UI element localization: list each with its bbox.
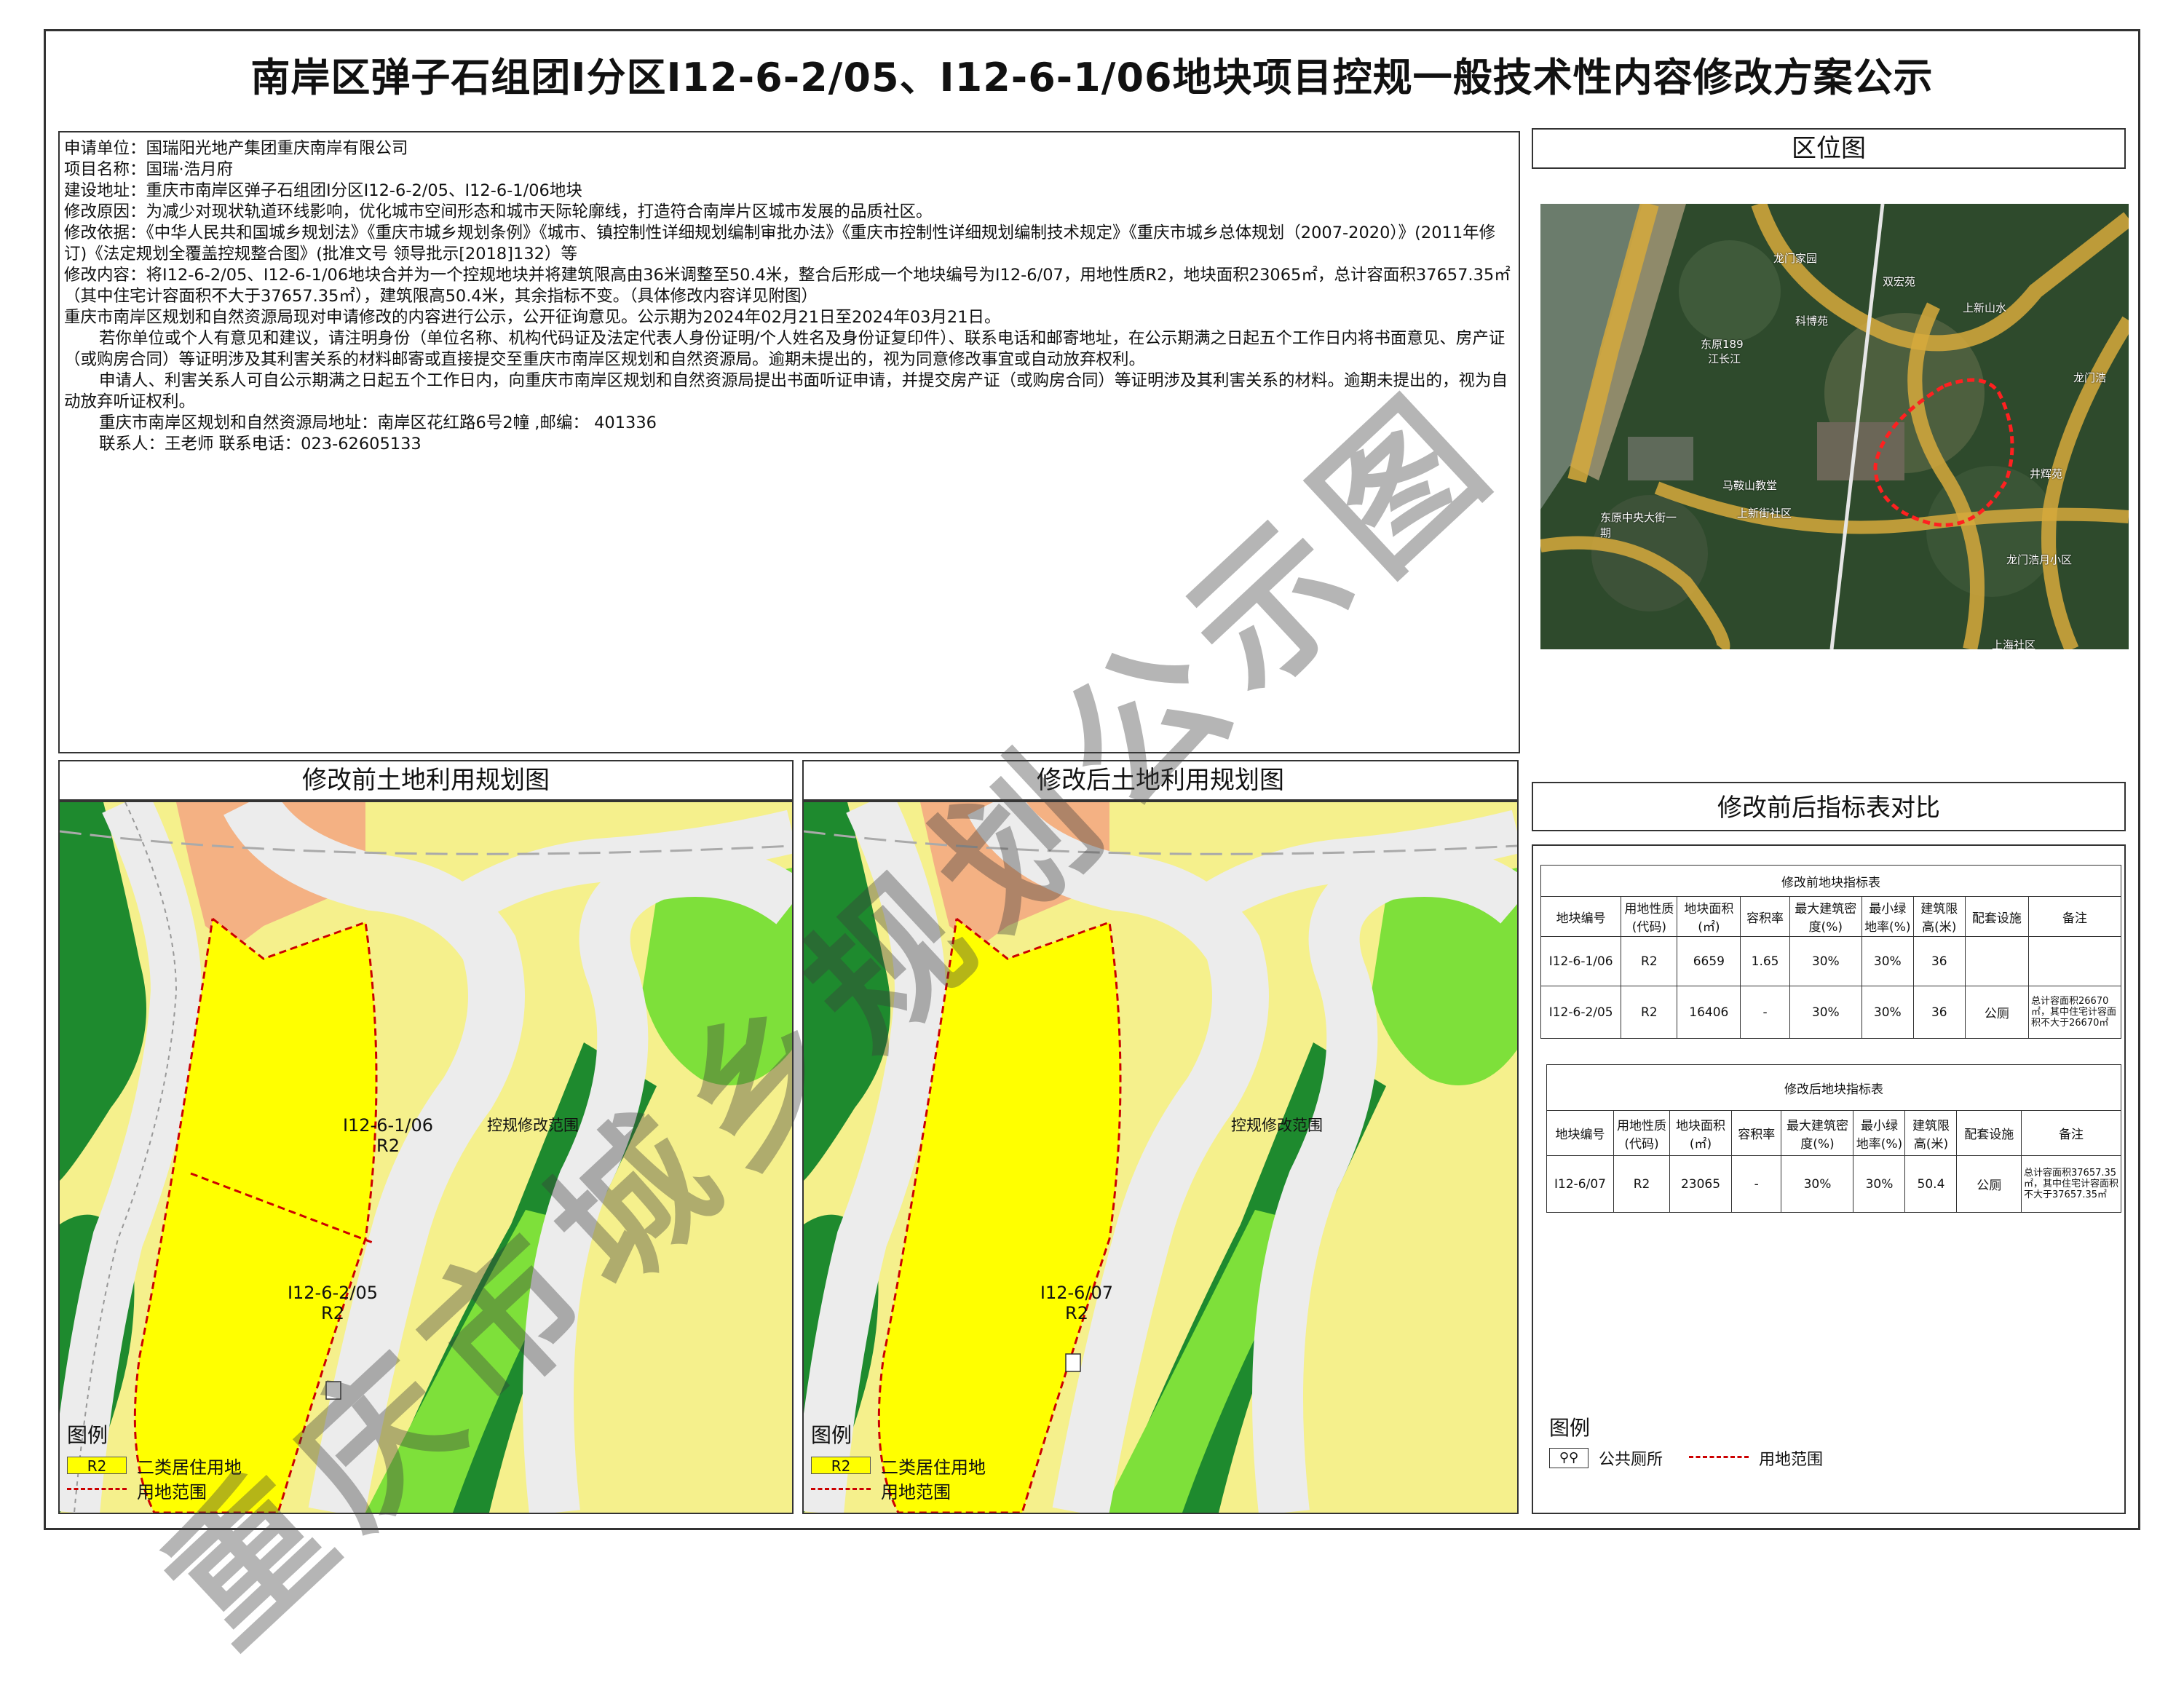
- outer-frame: [44, 29, 2140, 1530]
